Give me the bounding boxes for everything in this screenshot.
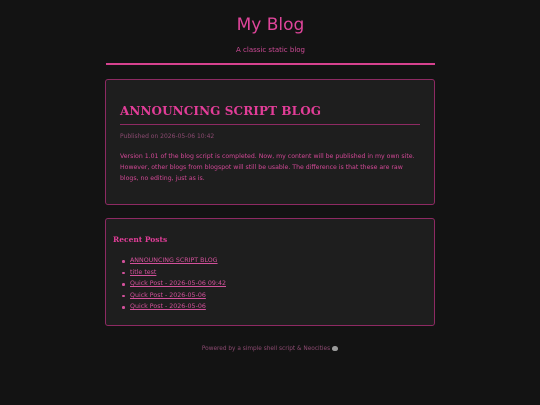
recent-posts-list: ANNOUNCING SCRIPT BLOG title test Quick …: [122, 255, 226, 313]
post-title: ANNOUNCING SCRIPT BLOG: [120, 104, 322, 118]
list-item: Quick Post - 2026-05-06 09:42: [122, 278, 226, 290]
site-tagline: A classic static blog: [236, 46, 305, 54]
list-item: Quick Post - 2026-05-06: [122, 301, 226, 313]
recent-posts-heading: Recent Posts: [113, 235, 168, 244]
shell-icon: [332, 346, 339, 351]
footer-text: Powered by a simple shell script & Neoci…: [201, 346, 331, 352]
recent-post-link[interactable]: ANNOUNCING SCRIPT BLOG: [130, 257, 218, 264]
page: My Blog A classic static blog ANNOUNCING…: [0, 0, 540, 405]
site-title[interactable]: My Blog: [106, 15, 435, 35]
recent-post-link[interactable]: Quick Post - 2026-05-06 09:42: [130, 280, 226, 287]
recent-post-link[interactable]: Quick Post - 2026-05-06: [130, 303, 206, 310]
recent-post-link[interactable]: title test: [130, 269, 156, 276]
post-body: Version 1.01 of the blog script is compl…: [120, 153, 415, 182]
header-divider: [106, 63, 435, 65]
site-footer: Powered by a simple shell script & Neoci…: [0, 345, 540, 353]
list-item: ANNOUNCING SCRIPT BLOG: [122, 255, 226, 267]
list-item: Quick Post - 2026-05-06: [122, 290, 226, 302]
post-divider: [120, 124, 420, 125]
recent-posts-card: Recent Posts ANNOUNCING SCRIPT BLOG titl…: [105, 218, 435, 326]
post-published-date: Published on 2026-05-06 10:42: [120, 133, 215, 140]
site-header: My Blog A classic static blog: [106, 0, 435, 66]
post-card: ANNOUNCING SCRIPT BLOG Published on 2026…: [105, 79, 435, 205]
recent-post-link[interactable]: Quick Post - 2026-05-06: [130, 292, 206, 299]
list-item: title test: [122, 267, 226, 279]
